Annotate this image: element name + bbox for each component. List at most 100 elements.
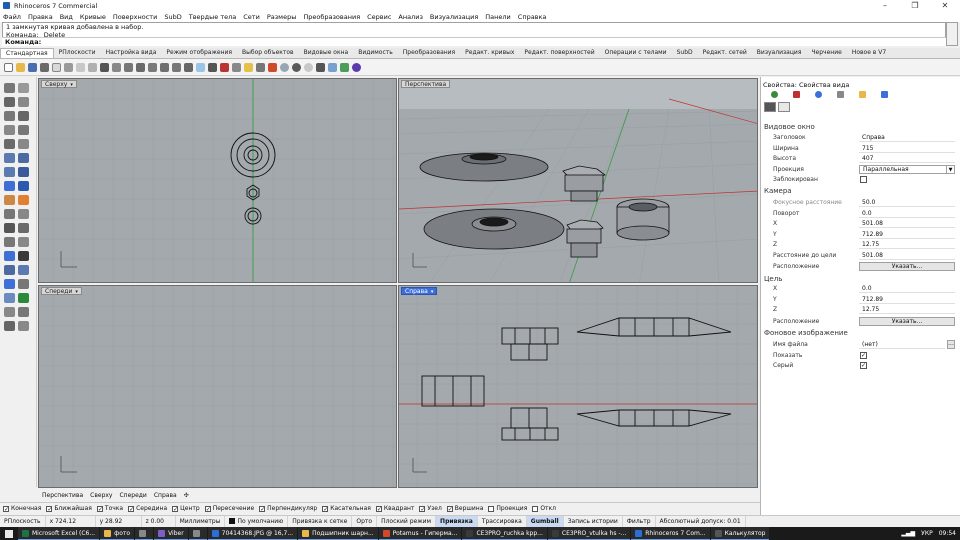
taskbar-item[interactable]: CE3PRO_vtulka hs -... bbox=[547, 527, 631, 540]
import-icon[interactable] bbox=[52, 62, 61, 72]
shaded-sphere-icon[interactable] bbox=[280, 62, 289, 72]
camera-prop-value[interactable]: 501.08 bbox=[859, 219, 955, 229]
viewport-perspective[interactable]: Перспектива bbox=[398, 78, 758, 283]
command-prompt[interactable]: Команда: bbox=[2, 37, 946, 46]
menu-render[interactable]: Визуализация bbox=[430, 13, 478, 21]
target-prop-value[interactable]: 712.89 bbox=[859, 295, 955, 304]
status-toggle[interactable]: Привязка bbox=[436, 515, 478, 527]
zoom-extents-icon[interactable] bbox=[172, 62, 181, 72]
render-material-icon[interactable] bbox=[18, 321, 29, 331]
start-button[interactable] bbox=[0, 527, 18, 540]
taskbar-item[interactable]: Подшипник шарн... bbox=[298, 527, 378, 540]
tab-curve-tools[interactable]: Редакт. кривых bbox=[460, 48, 519, 58]
viewport-tab-perspective[interactable]: Перспектива bbox=[42, 492, 83, 499]
tab-mesh-tools[interactable]: Редакт. сетей bbox=[698, 48, 752, 58]
osnap-checkbox[interactable] bbox=[488, 505, 495, 512]
menu-tools[interactable]: Сервис bbox=[367, 13, 391, 21]
tab-visibility[interactable]: Видимость bbox=[353, 48, 398, 58]
tab-viewport-layout[interactable]: Видовые окна bbox=[299, 48, 354, 58]
taskbar-item[interactable]: 70414368.JPG @ 16,7... bbox=[207, 527, 298, 540]
tab-surface-tools[interactable]: Редакт. поверхностей bbox=[519, 48, 599, 58]
menu-analyze[interactable]: Анализ bbox=[398, 13, 423, 21]
panel-tab-properties[interactable] bbox=[763, 89, 785, 99]
gumball-icon[interactable] bbox=[220, 62, 229, 72]
cut-icon[interactable] bbox=[64, 62, 73, 72]
zoom-window-icon[interactable] bbox=[160, 62, 169, 72]
help-icon[interactable] bbox=[352, 62, 361, 72]
menu-panels[interactable]: Панели bbox=[485, 13, 511, 21]
status-toggle[interactable]: Gumball bbox=[526, 515, 564, 527]
viewport-tab-top[interactable]: Сверху bbox=[90, 492, 112, 499]
panel-tab-display[interactable] bbox=[807, 89, 829, 99]
tab-subd[interactable]: SubD bbox=[672, 48, 698, 58]
close-button[interactable]: ✕ bbox=[930, 0, 960, 11]
osnap-checkbox[interactable] bbox=[532, 505, 539, 512]
array-icon[interactable] bbox=[18, 265, 29, 275]
osnap-checkbox[interactable]: ✓ bbox=[375, 505, 382, 512]
osnap-checkbox[interactable]: ✓ bbox=[46, 505, 52, 512]
menu-transform[interactable]: Преобразования bbox=[303, 13, 360, 21]
save-icon[interactable] bbox=[28, 62, 37, 72]
tab-standard[interactable]: Стандартная bbox=[0, 48, 54, 58]
camera-prop-value[interactable]: 50.0 bbox=[859, 198, 955, 207]
grid-icon[interactable] bbox=[208, 62, 217, 72]
osnap-checkbox[interactable]: ✓ bbox=[259, 505, 265, 512]
cplane-icon[interactable] bbox=[232, 62, 241, 72]
network-icon[interactable]: ▂▄▆ bbox=[901, 530, 915, 537]
box-icon[interactable] bbox=[4, 181, 15, 191]
viewport-title-perspective[interactable]: Перспектива bbox=[401, 80, 451, 88]
text-icon[interactable] bbox=[18, 251, 29, 261]
status-toggle[interactable]: Орто bbox=[352, 515, 378, 527]
osnap-item[interactable]: ✓ Пересечение bbox=[204, 505, 254, 512]
osnap-checkbox[interactable]: ✓ bbox=[446, 505, 453, 512]
add-viewport-icon[interactable]: ✣ bbox=[184, 492, 189, 499]
target-prop-value[interactable]: 12.75 bbox=[859, 305, 955, 315]
browse-button[interactable]: ... bbox=[947, 340, 955, 349]
color-icon[interactable] bbox=[268, 62, 277, 72]
tab-cplanes[interactable]: РПлоскости bbox=[54, 48, 101, 58]
rotate-view-icon[interactable] bbox=[136, 62, 145, 72]
status-toggle[interactable]: Фильтр bbox=[623, 515, 656, 527]
arc-icon[interactable] bbox=[18, 111, 29, 121]
osnap-item[interactable]: Проекция bbox=[488, 505, 527, 512]
taskbar-item[interactable] bbox=[188, 527, 207, 540]
status-toggle[interactable]: Запись истории bbox=[564, 515, 623, 527]
layer-label[interactable]: По умолчанию bbox=[225, 515, 289, 527]
chamfer-icon[interactable] bbox=[18, 209, 29, 219]
gray-checkbox[interactable]: ✓ bbox=[860, 362, 867, 369]
undo-icon[interactable] bbox=[100, 62, 109, 72]
menu-dimensions[interactable]: Размеры bbox=[267, 13, 297, 21]
osnap-item[interactable]: ✓ Конечная bbox=[3, 505, 41, 512]
osnap-checkbox[interactable]: ✓ bbox=[128, 505, 134, 512]
polyline-icon[interactable] bbox=[4, 97, 15, 107]
viewport-title-front[interactable]: Спереди ▾ bbox=[41, 287, 82, 295]
tab-new-in-v7[interactable]: Новое в V7 bbox=[847, 48, 891, 58]
osnap-checkbox[interactable]: ✓ bbox=[96, 505, 103, 512]
menu-curves[interactable]: Кривые bbox=[80, 13, 106, 21]
menu-surfaces[interactable]: Поверхности bbox=[113, 13, 157, 21]
layer-icon[interactable] bbox=[4, 307, 15, 317]
target-place-button[interactable]: Указать... bbox=[859, 317, 955, 326]
tab-select[interactable]: Выбор объектов bbox=[237, 48, 299, 58]
taskbar-item[interactable]: CE3PRO_ruchka kpp... bbox=[462, 527, 547, 540]
analyze-icon[interactable] bbox=[4, 293, 15, 303]
properties-icon[interactable] bbox=[340, 62, 349, 72]
menu-meshes[interactable]: Сети bbox=[243, 13, 260, 21]
osnap-checkbox[interactable]: ✓ bbox=[322, 505, 328, 512]
mirror-icon[interactable] bbox=[18, 279, 29, 289]
sphere-icon[interactable] bbox=[18, 181, 29, 191]
status-toggle[interactable]: Привязка к сетке bbox=[288, 515, 353, 527]
tab-set-view[interactable]: Настройка вида bbox=[101, 48, 162, 58]
target-prop-value[interactable]: 0.0 bbox=[859, 284, 955, 293]
osnap-item[interactable]: ✓ Точка bbox=[96, 505, 123, 512]
cplane-label[interactable]: РПлоскость bbox=[0, 515, 46, 527]
move-icon[interactable] bbox=[4, 265, 15, 275]
zoom-icon[interactable] bbox=[148, 62, 157, 72]
copy-icon[interactable] bbox=[76, 62, 85, 72]
point-icon[interactable] bbox=[18, 83, 29, 93]
lock-icon[interactable] bbox=[256, 62, 265, 72]
select-arrow-icon[interactable] bbox=[4, 83, 15, 93]
open-file-icon[interactable] bbox=[16, 62, 25, 72]
block-icon[interactable] bbox=[4, 321, 15, 331]
osnap-checkbox[interactable]: ✓ bbox=[172, 505, 178, 512]
